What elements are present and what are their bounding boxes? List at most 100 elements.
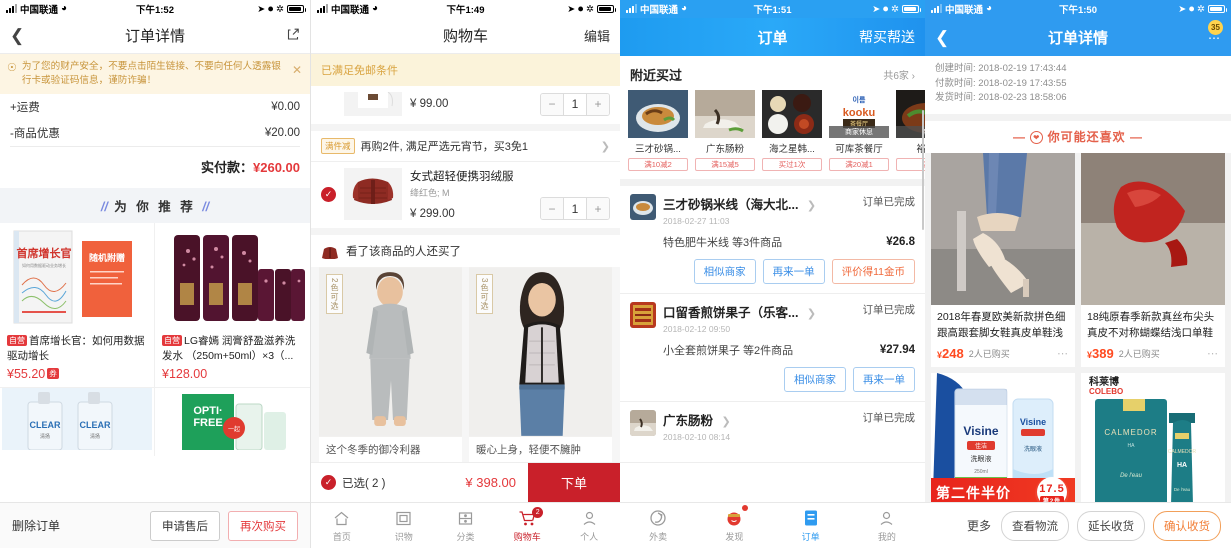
sold-count: 2人已购买 (1118, 348, 1160, 359)
tab-takeout[interactable]: 外卖 (620, 503, 696, 548)
shop-item[interactable]: 广东肠粉 满15减5 (695, 90, 755, 171)
place-order-button[interactable]: 下单 (528, 462, 620, 503)
product-thumbnail[interactable] (344, 168, 402, 220)
select-all-area[interactable]: ✓ 已选( 2 ) (311, 475, 385, 491)
delivery-service-button[interactable]: 帮买帮送 (859, 27, 915, 47)
close-icon[interactable]: ✕ (292, 62, 302, 79)
promotion-row[interactable]: 满件减 再购2件, 满足严选元宵节，买3免1 ❯ (311, 131, 620, 162)
shop-item[interactable]: 海之星韩... 买过1次 (762, 90, 822, 171)
back-icon[interactable]: ❮ (10, 27, 24, 44)
view-logistics-button[interactable]: 查看物流 (1001, 510, 1069, 541)
increase-button[interactable]: + (587, 198, 609, 219)
battery-icon (597, 5, 616, 13)
timestamp-label: 创建时间: (935, 63, 976, 74)
reorder-button[interactable]: 再来一单 (853, 367, 915, 392)
similar-shops-button[interactable]: 相似商家 (784, 367, 846, 392)
timestamp-row: 创建时间: 2018-02-19 17:43:44 (935, 62, 1221, 77)
signal-bars-icon (626, 4, 637, 13)
nearby-more-link[interactable]: 共6家 › (883, 67, 915, 82)
reorder-button[interactable]: 再来一单 (762, 259, 825, 284)
recommendation-title: 为 你 推 荐 (114, 199, 196, 214)
review-reward-button[interactable]: 评价得11金币 (831, 259, 915, 284)
heart-icon: ❤ (1030, 131, 1044, 145)
timestamp-value: 2018-02-23 18:58:06 (978, 92, 1067, 104)
quantity-stepper[interactable]: − 1 + (540, 92, 610, 116)
delete-order-button[interactable]: 删除订单 (12, 517, 60, 534)
shop-image: 이름 kooku 茶餐厅 商家休息 (829, 90, 889, 138)
tab-profile[interactable]: 个人 (558, 503, 620, 548)
more-dots-icon[interactable]: ⋯ (1208, 31, 1221, 45)
order-header[interactable]: 三才砂锅米线（海大北... ❯ 2018-02-27 11:03 订单已完成 (630, 194, 915, 226)
discover-badge (742, 505, 748, 511)
shop-item[interactable]: 商 裕翔 满 (896, 90, 925, 171)
product-card[interactable]: OPTI· FREE 一起 (155, 388, 310, 456)
navigation-bar: 订单 帮买帮送 (620, 18, 925, 56)
svg-text:CALMEDOR: CALMEDOR (1104, 428, 1157, 437)
cart-badge: 2 (532, 507, 544, 518)
recommended-item-card[interactable]: 18纯原春季新款真丝布尖头真皮不对称蝴蝶结浅口单鞋 ¥389 2人已购买 ⋯ (1081, 153, 1225, 367)
nearby-section-header: 附近买过 共6家 › (620, 56, 925, 90)
tab-scan[interactable]: 识物 (373, 503, 435, 548)
shop-item[interactable]: 이름 kooku 茶餐厅 商家休息 可库茶餐厅 满20减1 (829, 90, 889, 171)
share-icon[interactable] (286, 27, 300, 44)
product-price: ¥ 99.00 (410, 98, 449, 110)
tab-home[interactable]: 首页 (311, 503, 373, 548)
more-actions-button[interactable]: 更多 (967, 517, 991, 534)
after-sale-button[interactable]: 申请售后 (150, 510, 220, 541)
shop-name: 口留香煎饼果子（乐客... (663, 306, 799, 320)
decrease-button[interactable]: − (541, 198, 563, 219)
tab-category[interactable]: 分类 (435, 503, 497, 548)
alarm-icon: ⏺ (883, 3, 889, 15)
similar-shops-button[interactable]: 相似商家 (693, 259, 756, 284)
rebuy-button[interactable]: 再次购买 (228, 510, 298, 541)
chevron-right-icon: ❯ (600, 140, 610, 153)
tab-label: 发现 (725, 531, 744, 542)
tab-discover[interactable]: 发现 (696, 503, 772, 548)
nearby-title: 附近买过 (630, 68, 683, 83)
selected-count-label: 已选( 2 ) (342, 477, 386, 490)
dash-left: — (1012, 130, 1026, 145)
shop-name: 三才砂锅... (635, 144, 681, 155)
more-dots-icon[interactable]: ⋯ (1057, 347, 1069, 360)
tab-label: 订单 (801, 531, 820, 542)
more-dots-icon[interactable]: ⋯ (1207, 347, 1219, 360)
recommended-item-card[interactable]: Visine 佳洁 洗眼液 250ml Visine 洗眼液 第二件半价 17.… (931, 372, 1075, 508)
fee-value: ¥0.00 (271, 100, 300, 113)
shop-item[interactable]: 三才砂锅... 满10减2 (628, 90, 688, 171)
order-header[interactable]: 广东肠粉 ❯ 2018-02-10 08:14 订单已完成 (630, 410, 915, 442)
price-amount: 248 (942, 345, 964, 361)
svg-text:HA: HA (1177, 462, 1187, 469)
related-product-card[interactable]: 2色可选 这个冬季的御冷利器 (319, 267, 462, 463)
location-icon: ➤ (257, 3, 266, 15)
product-card[interactable]: 首席增长官 如何用数据驱动业务增长 随机附赠 自营 首席增长官：如何用数据驱动增… (0, 222, 155, 389)
tab-mine[interactable]: 我的 (849, 503, 925, 548)
select-all-checkbox[interactable]: ✓ (321, 475, 336, 490)
product-card[interactable]: 自营 LG睿嫣 润膏舒盈滋养洗发水 （250m+50ml）×3（... ¥128.… (155, 222, 310, 389)
tab-cart[interactable]: 2 购物车 (496, 503, 558, 548)
payment-total: 实付款：¥260.00 (0, 147, 310, 188)
shop-closed-label: 商 (896, 126, 925, 138)
svg-text:清扬: 清扬 (40, 433, 50, 440)
product-card[interactable]: CLEAR 清扬 CLEAR 清扬 (0, 388, 155, 457)
extend-receipt-button[interactable]: 延长收货 (1077, 510, 1145, 541)
back-icon[interactable]: ❮ (935, 29, 949, 46)
quantity-stepper[interactable]: − 1 + (540, 197, 610, 220)
order-header[interactable]: 口留香煎饼果子（乐客... ❯ 2018-02-12 09:50 订单已完成 (630, 302, 915, 334)
product-title: 自营 首席增长官：如何用数据驱动增长 (0, 331, 154, 366)
tab-label: 外卖 (649, 531, 668, 542)
tab-orders[interactable]: 订单 (773, 503, 849, 548)
recommended-item-card[interactable]: 2018年春夏欧美新款拼色细跟高跟套脚女鞋真皮单鞋浅 ¥248 2人已购买 ⋯ (931, 153, 1075, 367)
increase-button[interactable]: + (587, 93, 609, 115)
product-title: 2018年春夏欧美新款拼色细跟高跟套脚女鞋真皮单鞋浅 (937, 311, 1066, 339)
scrollbar[interactable] (922, 110, 924, 230)
color-options-ribbon: 2色可选 (326, 274, 343, 315)
related-product-card[interactable]: 3色可选 暖心上身，轻便不臃肿 (469, 267, 612, 463)
confirm-receipt-button[interactable]: 确认收货 (1153, 510, 1221, 541)
alarm-icon: ⏺ (578, 3, 584, 15)
svg-text:COLEBO: COLEBO (1089, 387, 1123, 396)
edit-button[interactable]: 编辑 (584, 26, 610, 45)
recommended-item-card[interactable]: 科莱博 COLEBO CALMEDOR HA De l'eau CALMEDOR… (1081, 372, 1225, 508)
decrease-button[interactable]: − (541, 93, 563, 115)
item-checkbox[interactable]: ✓ (321, 186, 336, 202)
product-info: ¥ 99.00 (410, 98, 532, 110)
